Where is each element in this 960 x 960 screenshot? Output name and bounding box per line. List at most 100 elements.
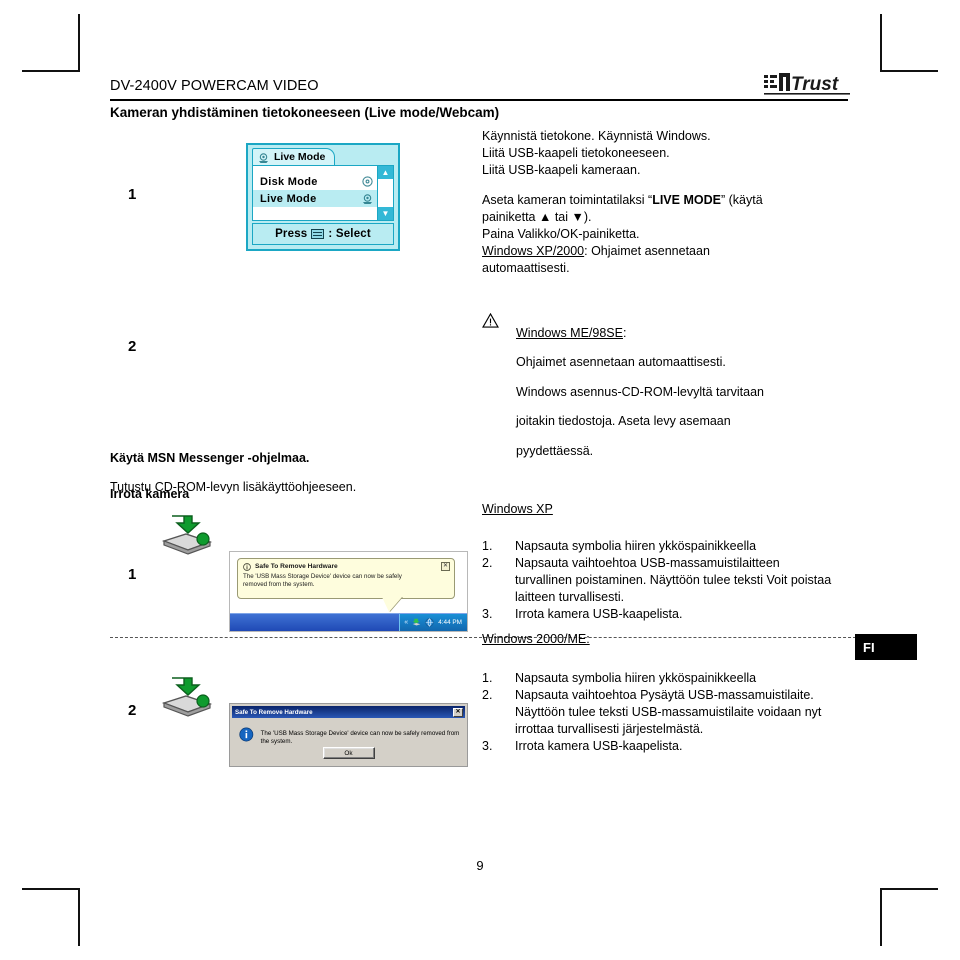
windows-xp-label: Windows XP [482,502,553,516]
list-item-number: 2. [482,556,493,570]
step-number-1: 1 [128,186,137,203]
windows-xp-steps: 1. Napsauta symbolia hiiren ykköspainikk… [482,538,834,623]
warning-line-4: pyydettäessä. [516,443,594,458]
instruction-line-2: Liitä USB-kaapeli tietokoneeseen. [482,146,670,160]
crop-mark-bottom-left [22,888,80,946]
language-badge: FI [855,634,917,660]
line7-rest: : Ohjaimet asennetaan [584,244,710,258]
safely-remove-hardware-tray-icon [412,618,421,626]
balloon-header: Safe To Remove Hardware [243,563,449,571]
live-mode-icon [361,192,374,205]
close-icon[interactable]: ✕ [441,562,450,571]
live-mode-icon [257,151,270,164]
lcd-tab-live-mode: Live Mode [252,148,336,165]
list-item: 1. Napsauta symbolia hiiren ykköspainikk… [482,538,834,555]
disk-mode-icon [361,175,374,188]
instruction-line-7: Windows XP/2000: Ohjaimet asennetaan [482,243,818,260]
ok-button[interactable]: Ok [322,747,375,759]
list-item-number: 3. [482,739,493,753]
warning-line-2: Windows asennus-CD-ROM-levyltä tarvitaan [516,384,764,399]
chevron-down-icon[interactable]: ▼ [378,207,393,220]
chevron-up-icon[interactable]: ▲ [378,166,393,179]
warning-line-1: Ohjaimet asennetaan automaattisesti. [516,355,726,369]
list-item-text: Irrota kamera USB-kaapelista. [515,607,683,621]
instruction-line-6: Paina Valikko/OK-painiketta. [482,227,640,241]
safely-remove-hardware-tray-icon [158,514,220,562]
lcd-footer-prefix: Press [275,228,308,240]
instruction-line-3: Liitä USB-kaapeli kameraan. [482,163,641,177]
screenshot-windows-2000-dialog: Safe To Remove Hardware ✕ The 'USB Mass … [229,703,468,767]
windows-2000-me-label: Windows 2000/ME: [482,632,590,646]
irrota-kamera-heading: Irrota kamera [110,487,190,501]
balloon-body-line-1: The 'USB Mass Storage Device' device can… [243,573,402,580]
crop-mark-top-right [880,14,938,72]
warning-title-colon: : [622,325,627,340]
svg-text:Trust: Trust [791,74,839,95]
chevron-left-icon[interactable]: « [404,619,408,626]
screenshot-windows-xp-balloon: Safe To Remove Hardware The 'USB Mass St… [229,551,468,632]
balloon-body-line-2: removed from the system. [243,581,315,588]
balloon-title: Safe To Remove Hardware [255,563,338,570]
lcd-row-disk-mode[interactable]: Disk Mode [253,173,377,190]
msn-heading: Käytä MSN Messenger -ohjelmaa. [110,450,310,465]
line4-pre: Aseta kameran toimintatilaksi “ [482,193,653,207]
line4-post: ” (käytä [720,193,763,207]
crop-mark-top-left [22,14,80,72]
dialog-titlebar: Safe To Remove Hardware ✕ [232,706,465,718]
list-item-text: Napsauta vaihtoehtoa USB-massamuistilait… [515,556,832,604]
close-icon[interactable]: ✕ [453,707,463,717]
lcd-scrollbar[interactable]: ▲ ▼ [377,166,393,220]
header-divider [110,99,848,101]
instruction-line-5: painiketta ▲ tai ▼). [482,210,592,224]
xp-system-tray[interactable]: « 4:44 PM [399,614,467,631]
list-item: 3. Irrota kamera USB-kaapelista. [482,606,834,623]
document-page: DV-2400V POWERCAM VIDEO Kameran yhdistäm… [0,0,960,960]
list-item-number: 1. [482,671,493,685]
list-item: 2. Napsauta vaihtoehtoa USB-massamuistil… [482,555,834,606]
instruction-line-8: automaattisesti. [482,261,570,275]
list-item-number: 1. [482,539,493,553]
trust-logo: Trust [764,72,850,96]
list-item-text: Irrota kamera USB-kaapelista. [515,739,683,753]
lcd-footer-hint: Press : Select [252,223,394,245]
line4-bold: LIVE MODE [652,193,721,207]
page-title: Kameran yhdistäminen tietokoneeseen (Liv… [110,105,500,120]
windows-me-98se-label: Windows ME/98SE [516,325,623,340]
balloon-tooltip: Safe To Remove Hardware The 'USB Mass St… [237,558,455,599]
crop-mark-bottom-right [880,888,938,946]
list-item: 2. Napsauta vaihtoehtoa Pysäytä USB-mass… [482,687,834,738]
document-header-title: DV-2400V POWERCAM VIDEO [110,78,319,94]
xp-clock: 4:44 PM [438,619,462,626]
lcd-footer-suffix: : Select [328,228,371,240]
warning-block: Windows ME/98SE: Ohjaimet asennetaan aut… [482,312,822,472]
lcd-list: Disk Mode Live Mode ▲ ▼ [252,165,394,221]
list-item: 1. Napsauta symbolia hiiren ykköspainikk… [482,670,834,687]
dialog-title: Safe To Remove Hardware [235,708,313,716]
row-number-1: 1 [128,566,137,583]
list-item: 3. Irrota kamera USB-kaapelista. [482,738,834,755]
info-icon [239,727,254,742]
camera-lcd-menu: Live Mode Disk Mode Live Mode ▲ ▼ Press … [246,143,400,251]
lcd-row-live-mode[interactable]: Live Mode [253,190,377,207]
step-number-2: 2 [128,338,137,355]
list-item-text: Napsauta symbolia hiiren ykköspainikkeel… [515,671,757,685]
windows-xp-2000-label: Windows XP/2000 [482,244,585,258]
network-globe-icon [425,618,434,627]
instructions-top: Käynnistä tietokone. Käynnistä Windows. … [482,128,818,277]
list-item-number: 2. [482,688,493,702]
warning-line-3: joitakin tiedostoja. Aseta levy asemaan [516,414,731,428]
dialog-message: The 'USB Mass Storage Device' device can… [260,730,460,745]
dialog-body: The 'USB Mass Storage Device' device can… [230,718,467,746]
instruction-line-1: Käynnistä tietokone. Käynnistä Windows. [482,129,711,143]
balloon-pointer [382,597,402,612]
lcd-row-label: Live Mode [260,192,317,205]
list-item-text: Napsauta vaihtoehtoa Pysäytä USB-massamu… [515,688,822,736]
safely-remove-hardware-tray-icon [158,676,220,724]
list-item-text: Napsauta symbolia hiiren ykköspainikkeel… [515,539,757,553]
instruction-line-4: Aseta kameran toimintatilaksi “LIVE MODE… [482,192,818,209]
warning-text: Windows ME/98SE: Ohjaimet asennetaan aut… [516,312,764,472]
warning-triangle-icon [482,312,516,472]
windows-2000-me-steps: 1. Napsauta symbolia hiiren ykköspainikk… [482,670,834,755]
menu-button-icon [311,229,325,239]
row-number-2: 2 [128,702,137,719]
